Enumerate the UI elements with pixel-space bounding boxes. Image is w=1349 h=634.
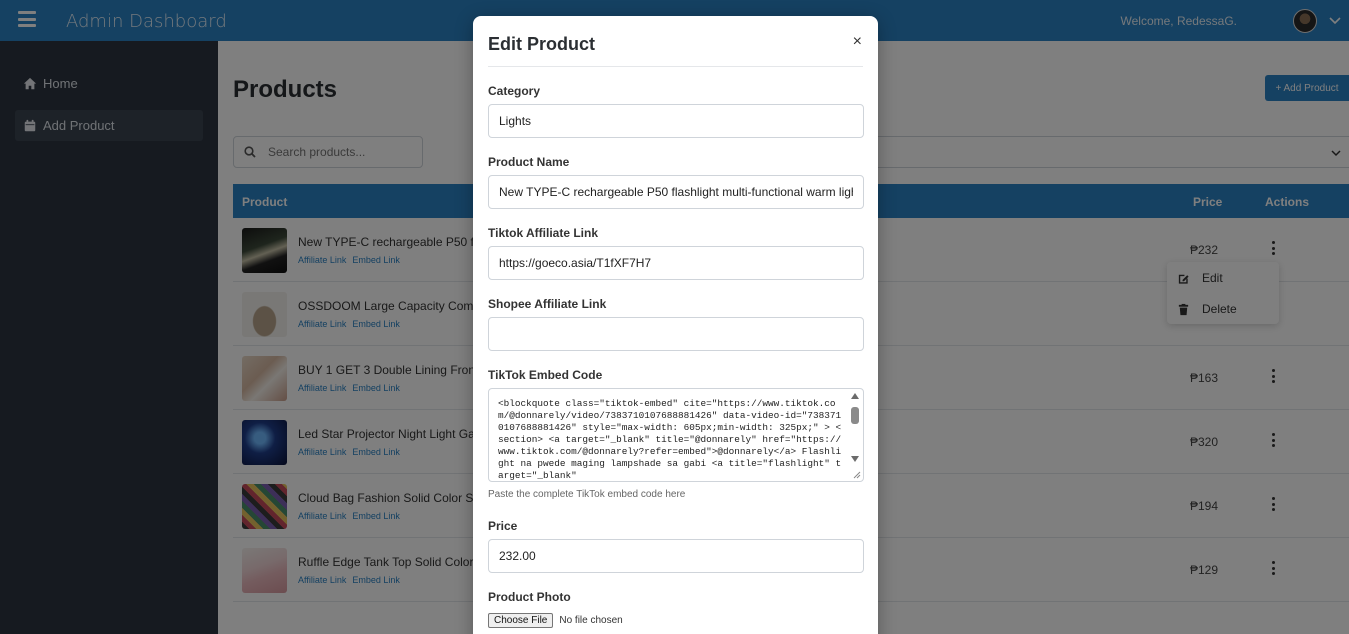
photo-label: Product Photo bbox=[488, 590, 571, 604]
edit-product-modal: Edit Product × Category Product Name Tik… bbox=[473, 16, 878, 634]
textarea-scrollbar[interactable] bbox=[848, 390, 862, 470]
shopee-link-input[interactable] bbox=[488, 317, 864, 351]
photo-file-input: Choose File No file chosen bbox=[488, 613, 623, 628]
scroll-down-icon[interactable] bbox=[851, 456, 859, 462]
product-name-input[interactable] bbox=[488, 175, 864, 209]
product-name-label: Product Name bbox=[488, 155, 570, 169]
scroll-thumb[interactable] bbox=[851, 407, 859, 424]
embed-help-text: Paste the complete TikTok embed code her… bbox=[488, 489, 686, 500]
modal-title: Edit Product bbox=[488, 34, 595, 54]
scroll-up-icon[interactable] bbox=[851, 393, 859, 399]
choose-file-button[interactable]: Choose File bbox=[488, 613, 554, 628]
embed-code-textarea[interactable]: <blockquote class="tiktok-embed" cite="h… bbox=[488, 388, 864, 482]
price-input[interactable] bbox=[488, 539, 864, 573]
divider bbox=[488, 66, 863, 67]
embed-code-text: <blockquote class="tiktok-embed" cite="h… bbox=[498, 398, 842, 481]
tiktok-link-label: Tiktok Affiliate Link bbox=[488, 226, 599, 240]
file-status: No file chosen bbox=[559, 615, 623, 626]
tiktok-link-input[interactable] bbox=[488, 246, 864, 280]
embed-code-label: TikTok Embed Code bbox=[488, 368, 603, 382]
close-icon[interactable]: × bbox=[853, 34, 862, 50]
shopee-link-label: Shopee Affiliate Link bbox=[488, 297, 607, 311]
price-label: Price bbox=[488, 519, 518, 533]
resize-handle-icon[interactable] bbox=[852, 470, 861, 479]
category-label: Category bbox=[488, 84, 541, 98]
category-input[interactable] bbox=[488, 104, 864, 138]
